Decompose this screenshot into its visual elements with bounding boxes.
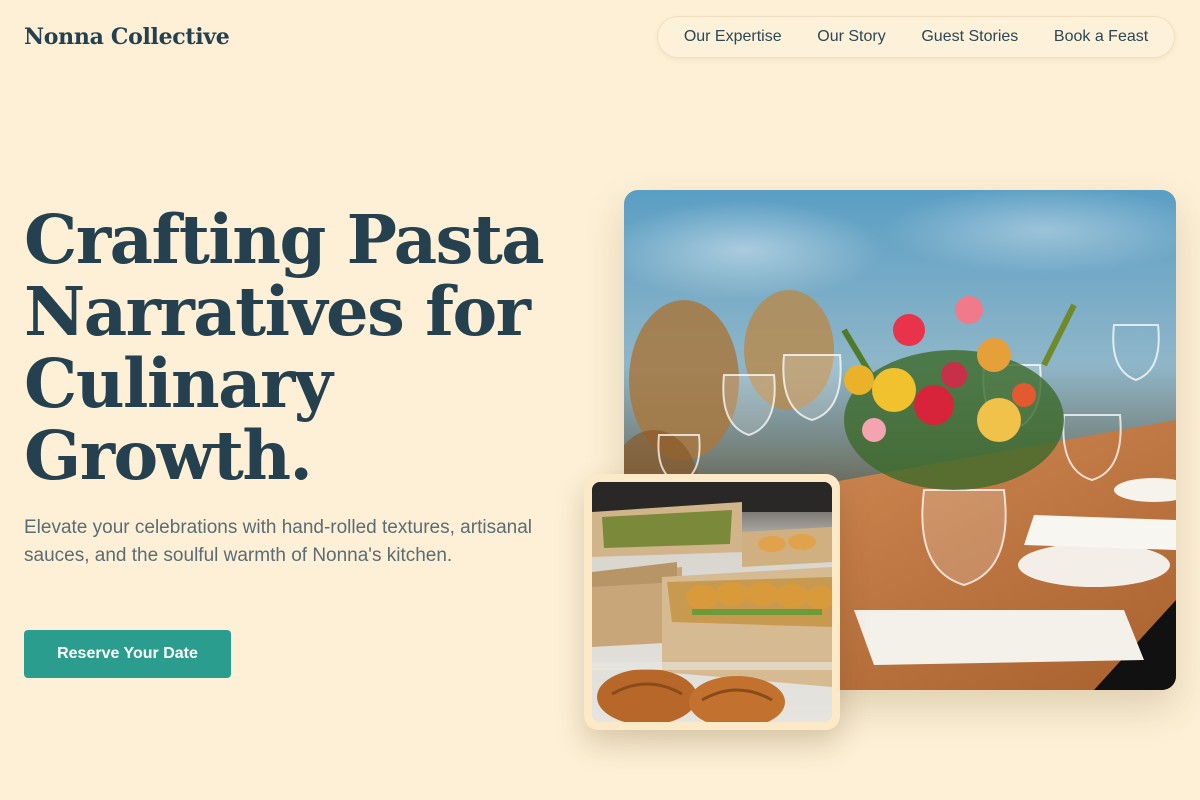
hero-headline: Crafting Pasta Narratives for Culinary G… — [24, 200, 545, 495]
secondary-photo-frame — [584, 474, 840, 730]
brand-logo[interactable]: Nonna Collective — [24, 24, 230, 50]
main-nav: Our Expertise Our Story Guest Stories Bo… — [657, 16, 1175, 58]
hero-subtext: Elevate your celebrations with hand-roll… — [24, 517, 532, 566]
reserve-date-button[interactable]: Reserve Your Date — [24, 630, 231, 678]
boxed-catering-photo — [592, 482, 832, 722]
nav-link-guest-stories[interactable]: Guest Stories — [913, 22, 1026, 52]
nav-link-our-story[interactable]: Our Story — [809, 22, 893, 52]
nav-link-book-a-feast[interactable]: Book a Feast — [1046, 22, 1156, 52]
nav-link-our-expertise[interactable]: Our Expertise — [676, 22, 790, 52]
